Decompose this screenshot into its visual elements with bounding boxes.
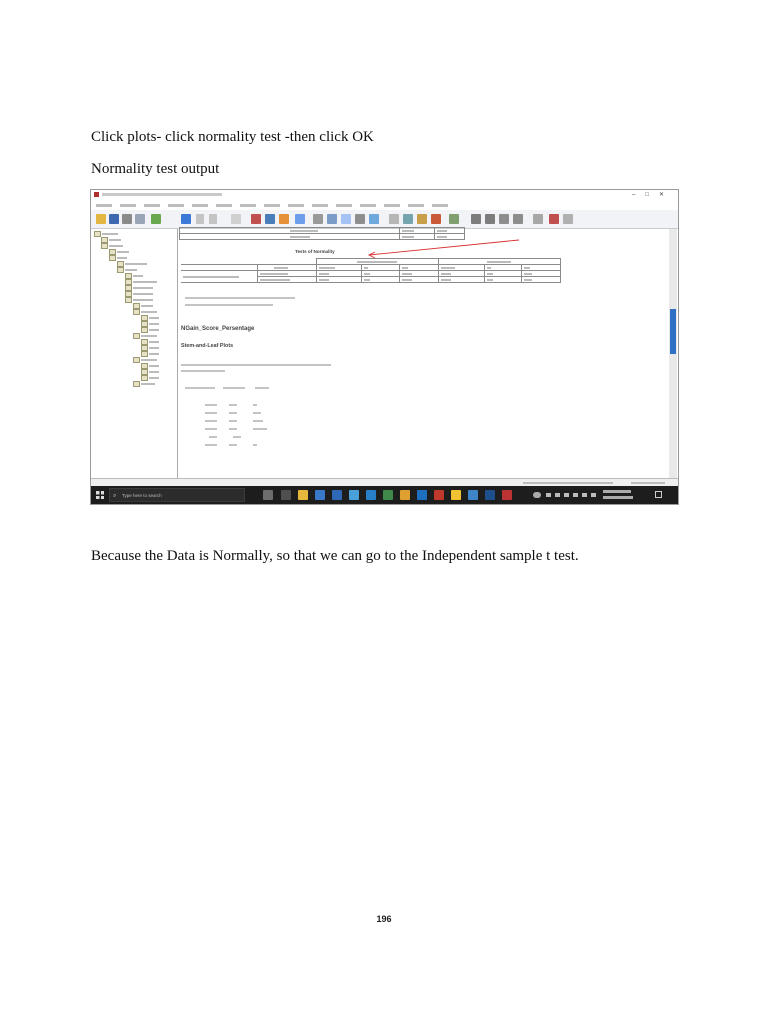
search-icon: ⌕	[113, 493, 117, 499]
labels-icon[interactable]	[355, 214, 365, 224]
stem-leaf-title: Stem-and-Leaf Plots	[181, 343, 234, 349]
show-hide-icon[interactable]	[533, 214, 543, 224]
stem-leaf-row	[205, 402, 257, 407]
annotation-arrow	[367, 239, 520, 259]
page-number: 196	[376, 914, 392, 924]
app-icon[interactable]	[417, 490, 427, 500]
taskbar-clock[interactable]	[603, 490, 631, 493]
widgets-icon[interactable]	[281, 490, 291, 500]
tray-icons[interactable]	[546, 493, 596, 497]
notification-icon[interactable]	[655, 491, 662, 498]
spss-app-icon	[94, 192, 99, 198]
save-icon[interactable]	[109, 214, 119, 224]
preview-icon[interactable]	[135, 214, 145, 224]
print-icon[interactable]	[122, 214, 132, 224]
window-controls[interactable]: –□✕	[632, 190, 674, 201]
stem-leaf-row	[205, 426, 267, 431]
hide-icon[interactable]	[417, 214, 427, 224]
taskbar-search-input[interactable]: ⌕ Type here to search	[109, 488, 245, 502]
menu-items-blur[interactable]	[96, 204, 456, 207]
instruction-text: Click plots- click normality test -then …	[91, 129, 374, 145]
windows-taskbar: ⌕ Type here to search	[91, 486, 678, 504]
output-viewer[interactable]: Tests of Normality NGain_Score_Persentag…	[179, 227, 667, 478]
windows-start-icon[interactable]	[96, 491, 104, 499]
app-icon[interactable]	[366, 490, 376, 500]
table-footnote	[185, 304, 273, 306]
outline-icon[interactable]	[389, 214, 399, 224]
goto-case-icon[interactable]	[251, 214, 261, 224]
table-footnote	[185, 297, 295, 299]
goto-data-icon[interactable]	[231, 214, 241, 224]
app-icon[interactable]	[485, 490, 495, 500]
stem-leaf-header	[255, 387, 269, 389]
edit-icon[interactable]	[151, 214, 161, 224]
stem-leaf-header	[185, 387, 215, 389]
app-icon[interactable]	[451, 490, 461, 500]
task-view-icon[interactable]	[263, 490, 273, 500]
conclusion-text: Because the Data is Normally, so that we…	[91, 548, 579, 564]
open-icon[interactable]	[96, 214, 106, 224]
app-icon[interactable]	[502, 490, 512, 500]
select-icon[interactable]	[341, 214, 351, 224]
insert-icon[interactable]	[431, 214, 441, 224]
variables-icon[interactable]	[265, 214, 275, 224]
stem-leaf-row	[205, 418, 263, 423]
stem-leaf-caption	[181, 370, 225, 372]
output-caption: Normality test output	[91, 161, 220, 177]
tree-item[interactable]	[133, 381, 155, 387]
app-icon[interactable]	[400, 490, 410, 500]
app-icon[interactable]	[434, 490, 444, 500]
arrow-line	[368, 239, 520, 256]
table-icon[interactable]	[295, 214, 305, 224]
pivot-icon[interactable]	[449, 214, 459, 224]
promote-icon[interactable]	[471, 214, 481, 224]
app-icon[interactable]	[383, 490, 393, 500]
app-icon[interactable]	[332, 490, 342, 500]
search-placeholder: Type here to search	[122, 493, 162, 498]
split-icon[interactable]	[313, 214, 323, 224]
taskbar-date[interactable]	[603, 496, 633, 499]
export-icon[interactable]	[549, 214, 559, 224]
stem-leaf-header	[223, 387, 245, 389]
app-icon[interactable]	[468, 490, 478, 500]
spss-screenshot: –□✕ Tests of Normality NGain_Score_Perse…	[90, 189, 679, 505]
window-title-blur	[102, 193, 223, 197]
undo-icon[interactable]	[196, 214, 204, 224]
sets-icon[interactable]	[369, 214, 379, 224]
app-icon[interactable]	[315, 490, 325, 500]
show-icon[interactable]	[403, 214, 413, 224]
chart-icon[interactable]	[279, 214, 289, 224]
variable-heading: NGain_Score_Persentage	[181, 326, 255, 332]
outline-navigator[interactable]	[91, 229, 178, 478]
status-dimensions	[631, 482, 665, 484]
stem-leaf-caption	[181, 364, 331, 366]
demote-icon[interactable]	[485, 214, 495, 224]
stem-leaf-row	[205, 442, 257, 447]
redo-icon[interactable]	[209, 214, 217, 224]
weight-icon[interactable]	[327, 214, 337, 224]
status-processor	[523, 482, 613, 484]
stem-leaf-row	[205, 434, 257, 439]
window-icon[interactable]	[563, 214, 573, 224]
expand-icon[interactable]	[499, 214, 509, 224]
vertical-scrollbar[interactable]	[669, 229, 677, 478]
dialog-recall-icon[interactable]	[181, 214, 191, 224]
collapse-icon[interactable]	[513, 214, 523, 224]
scroll-thumb[interactable]	[670, 309, 676, 354]
file-explorer-icon[interactable]	[298, 490, 308, 500]
weather-icon[interactable]	[533, 492, 541, 498]
menu-bar	[91, 201, 678, 210]
app-icon[interactable]	[349, 490, 359, 500]
stem-leaf-row	[205, 410, 261, 415]
window-titlebar: –□✕	[91, 190, 678, 201]
